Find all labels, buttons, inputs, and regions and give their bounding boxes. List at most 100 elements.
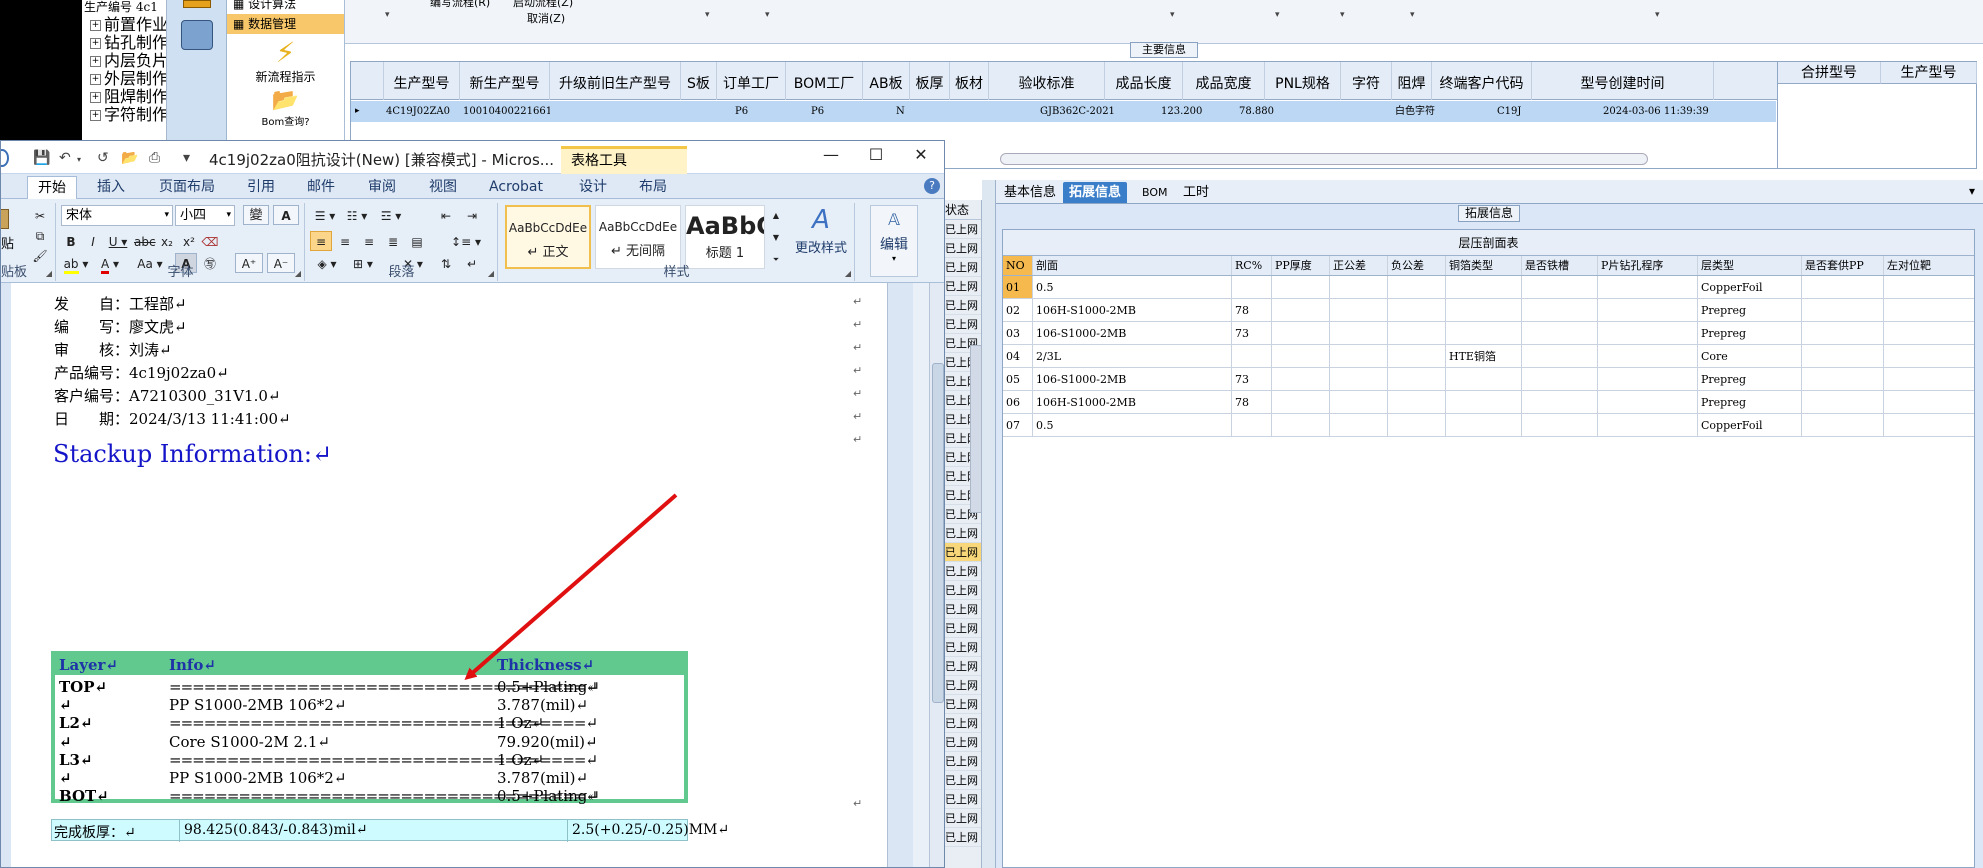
column-header[interactable]: 是否铁槽 — [1522, 256, 1598, 275]
justify-icon[interactable]: ≣ — [382, 231, 404, 251]
tab-insert[interactable]: 插入 — [87, 176, 135, 199]
table-row[interactable]: ▸ 4C19J02ZA0 10010400221661 P6 P6 N GJB3… — [351, 101, 1776, 122]
expand-icon[interactable]: + — [90, 38, 101, 49]
tab-home[interactable]: 开始 — [27, 176, 77, 199]
tab-work-hours[interactable]: 工时 — [1177, 182, 1215, 203]
dropdown-arrow-icon[interactable]: ▾ — [1275, 10, 1280, 20]
tab-references[interactable]: 引用 — [237, 176, 285, 199]
tab-acrobat[interactable]: Acrobat — [479, 176, 553, 199]
column-header[interactable]: 升级前旧生产型号 — [550, 62, 681, 100]
tree-item[interactable]: + 内层负片 — [82, 52, 166, 70]
font-size-combo[interactable]: 小四 ▾ — [175, 205, 235, 226]
subscript-icon[interactable]: x₂ — [157, 231, 177, 251]
document-page[interactable]: 发 自：工程部↵ 编 写：廖文虎↵ 审 核：刘涛↵ 产品编号：4c19j02za… — [11, 283, 888, 867]
vertical-scrollbar[interactable] — [929, 283, 944, 867]
paste-button[interactable]: 贴 — [1, 207, 21, 259]
tab-mailings[interactable]: 邮件 — [297, 176, 345, 199]
column-header[interactable]: 成品长度 — [1105, 62, 1183, 100]
horizontal-scrollbar[interactable] — [1000, 153, 1648, 165]
clear-format-icon[interactable]: ⌫ — [199, 231, 221, 251]
dropdown-arrow-icon[interactable]: ▾ — [1170, 10, 1175, 20]
minimize-button[interactable]: — — [811, 145, 851, 164]
column-header[interactable]: NO — [1003, 256, 1033, 275]
strikethrough-icon[interactable]: abc — [133, 231, 156, 251]
close-button[interactable]: ✕ — [901, 145, 941, 164]
dialog-launcher-icon[interactable]: ◢ — [488, 269, 494, 278]
dropdown-arrow-icon[interactable]: ▾ — [1655, 10, 1660, 20]
word-app-icon[interactable] — [1, 149, 9, 167]
column-header[interactable]: 左对位靶 — [1884, 256, 1974, 275]
tree-item[interactable]: + 字符制作 — [82, 106, 166, 124]
column-header[interactable]: 板厚 — [910, 62, 950, 100]
align-left-icon[interactable]: ≡ — [310, 231, 332, 251]
scrollbar-thumb[interactable] — [932, 363, 944, 703]
style-heading-1[interactable]: AaBbC标题 1 — [685, 205, 765, 269]
column-header[interactable]: 层类型 — [1698, 256, 1802, 275]
column-header[interactable]: PNL规格 — [1265, 62, 1341, 100]
table-row[interactable]: 03 106-S1000-2MB 73 Prepreg — [1003, 322, 1974, 345]
style-no-spacing[interactable]: AaBbCcDdEe ↵ 无间隔 — [595, 205, 681, 269]
expand-icon[interactable]: + — [90, 56, 101, 67]
column-header[interactable]: 是否套供PP — [1802, 256, 1884, 275]
multilevel-list-icon[interactable]: ☲ ▾ — [374, 205, 408, 225]
table-row[interactable]: 06 106H-S1000-2MB 78 Prepreg — [1003, 391, 1974, 414]
column-header[interactable]: 新生产型号 — [460, 62, 550, 100]
table-row[interactable]: 04 2/3L HTE铜箔 Core — [1003, 345, 1974, 368]
tree-item[interactable]: + 外层制作 — [82, 70, 166, 88]
styles-scroll-up-icon[interactable]: ▲ — [769, 205, 783, 225]
decrease-indent-icon[interactable]: ⇤ — [434, 205, 458, 225]
column-header[interactable]: 成品宽度 — [1183, 62, 1265, 100]
tab-layout[interactable]: 布局 — [629, 176, 677, 199]
dropdown-arrow-icon[interactable]: ▾ — [1340, 10, 1345, 20]
open-folder-icon[interactable]: 📂 — [121, 150, 138, 166]
column-header[interactable]: S板 — [681, 62, 717, 100]
tree-item[interactable]: + 阻焊制作 — [82, 88, 166, 106]
tab-page-layout[interactable]: 页面布局 — [149, 176, 225, 199]
expand-icon[interactable]: + — [90, 74, 101, 85]
dialog-launcher-icon[interactable]: ◢ — [845, 269, 851, 278]
dropdown-arrow-icon[interactable]: ▾ — [1410, 10, 1415, 20]
column-header[interactable]: 剖面 — [1033, 256, 1232, 275]
save-icon[interactable]: 💾 — [33, 150, 50, 166]
column-header[interactable]: BOM工厂 — [786, 62, 863, 100]
cancel-button[interactable]: 取消(Z) — [527, 10, 565, 26]
change-styles-button[interactable]: A 更改样式 — [789, 203, 853, 265]
redo-icon[interactable]: ↺ — [97, 150, 109, 166]
table-row[interactable]: 02 106H-S1000-2MB 78 Prepreg — [1003, 299, 1974, 322]
tab-basic-info[interactable]: 基本信息 — [998, 182, 1062, 203]
column-header[interactable]: 负公差 — [1388, 256, 1446, 275]
edit-button[interactable]: 𝔸 编辑 ▾ — [870, 205, 918, 277]
line-spacing-icon[interactable]: ↕≡ ▾ — [448, 231, 484, 251]
tab-design[interactable]: 设计 — [569, 176, 617, 199]
column-header[interactable]: 合拼型号 — [1778, 62, 1881, 84]
menu-item-design-algo[interactable]: ▦ 设计算法 — [227, 0, 344, 14]
distributed-icon[interactable]: ▤ — [406, 231, 428, 251]
table-row[interactable]: 07 0.5 CopperFoil — [1003, 414, 1974, 437]
align-center-icon[interactable]: ≡ — [334, 231, 356, 251]
column-header[interactable]: 铜箔类型 — [1446, 256, 1522, 275]
tab-bom[interactable]: BOM — [1136, 182, 1174, 203]
numbering-icon[interactable]: ☷ ▾ — [342, 205, 372, 225]
column-header[interactable]: 订单工厂 — [717, 62, 786, 100]
dropdown-arrow-icon[interactable]: ▾ — [1969, 184, 1975, 198]
new-flow-button[interactable]: ⚡ 新流程指示 — [227, 38, 344, 85]
panel-splitter[interactable] — [982, 180, 996, 868]
print-preview-icon[interactable]: ⎙ — [149, 150, 160, 166]
expand-icon[interactable]: + — [90, 110, 101, 121]
column-header[interactable]: 正公差 — [1330, 256, 1388, 275]
column-header[interactable]: 终端客户代码 — [1432, 62, 1532, 100]
bullets-icon[interactable]: ☰ ▾ — [310, 205, 340, 225]
superscript-icon[interactable]: x² — [179, 231, 199, 251]
column-header[interactable]: 板材 — [950, 62, 989, 100]
format-painter-icon[interactable]: 🖌 — [31, 245, 49, 265]
tab-extended-info[interactable]: 拓展信息 — [1063, 182, 1128, 203]
expand-icon[interactable]: + — [90, 20, 101, 31]
tab-review[interactable]: 审阅 — [358, 176, 406, 199]
chevron-down-icon[interactable]: ▾ — [77, 155, 81, 164]
menu-item-data-mgmt[interactable]: ▦ 数据管理 — [227, 14, 344, 34]
panel-scrollbar[interactable] — [970, 345, 982, 513]
table-row[interactable]: 05 106-S1000-2MB 73 Prepreg — [1003, 368, 1974, 391]
bom-query-button[interactable]: 📂 Bom查询? — [227, 89, 344, 129]
dropdown-arrow-icon[interactable]: ▾ — [705, 10, 710, 20]
start-flow-button[interactable]: 启动流程(Z) — [513, 0, 573, 10]
